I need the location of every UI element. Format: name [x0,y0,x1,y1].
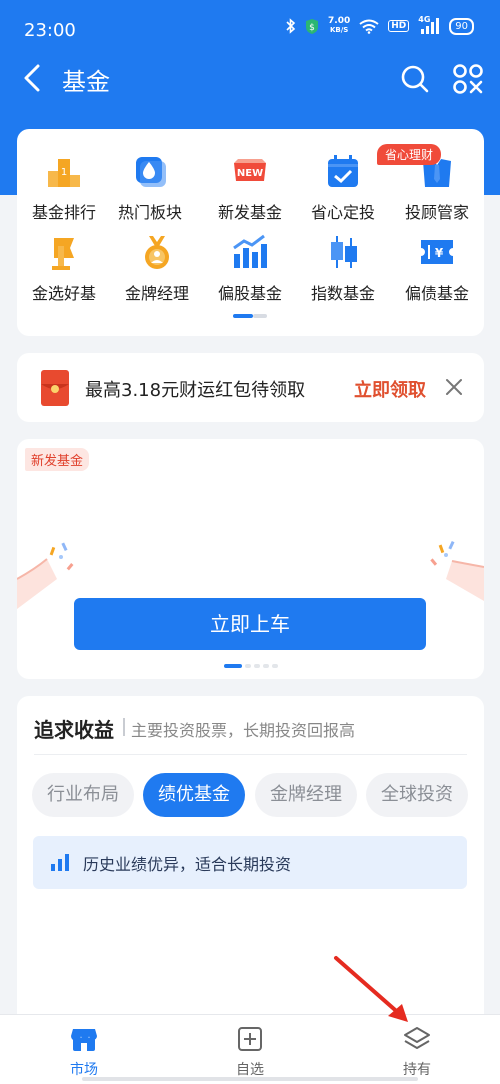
trophy-flag-icon [52,238,74,270]
quick-entry-card: 1 基金排行 热门板块 NEW 新发基金 省心定投 投顾管家 金选好基 金牌经理 [17,129,484,336]
grid-item-gold-manager[interactable]: 金牌经理 [110,232,204,304]
category-chips: 行业布局 绩优基金 金牌经理 全球投资 [32,773,484,817]
claim-now-button[interactable]: 立即领取 [354,376,426,402]
battery-icon: 90 [449,17,474,35]
ranking-podium-icon: 1 [48,159,80,187]
grid-page-indicator [233,314,267,318]
red-envelope-icon [41,370,69,406]
grid-promo-badge: 省心理财 [377,144,442,165]
tab-label: 自选 [236,1062,264,1078]
svg-text:$: $ [309,23,315,33]
grid-item-index-funds[interactable]: 指数基金 [296,232,390,304]
performance-tip: 历史业绩优异，适合长期投资 [33,836,467,889]
close-icon[interactable] [445,378,463,396]
svg-text:1: 1 [61,167,67,178]
chip-industry-layout[interactable]: 行业布局 [32,773,134,817]
grid-item-label: 偏股基金 [217,284,282,303]
scan-icon[interactable] [452,63,484,95]
red-packet-promo[interactable]: 最高3.18元财运红包待领取 立即领取 [17,353,484,422]
wifi-icon [359,19,379,34]
section-title: 追求收益 [34,718,114,742]
grid-item-label: 热门板块 [117,203,182,222]
net-speed-value: 7.00 [328,16,351,26]
grid-item-label: 基金排行 [31,203,96,222]
party-popper-right-icon [430,540,484,601]
hot-drop-icon [136,157,166,187]
grid-item-label: 金牌经理 [124,284,189,303]
net-speed-unit: KB/S [329,26,349,34]
grid-item-selected-funds[interactable]: 金选好基 [17,232,111,304]
page-title: 基金 [62,68,110,96]
grid-item-hot-sectors[interactable]: 热门板块 [103,151,197,223]
bar-chart-icon [51,854,69,871]
grid-item-auto-invest[interactable]: 省心定投 [296,151,390,223]
grid-item-bond-funds[interactable]: ¥ 偏债基金 [390,232,484,304]
banner-page-indicator [224,664,281,679]
section-subtitle: 主要投资股票，长期投资回报高 [131,721,356,740]
chip-gold-manager[interactable]: 金牌经理 [255,773,357,817]
chip-global-invest[interactable]: 全球投资 [366,773,468,817]
section-divider [34,754,467,755]
candlestick-icon [331,236,357,268]
title-divider [123,718,125,736]
back-arrow-icon[interactable] [18,60,48,96]
new-badge-icon: NEW [234,159,266,181]
hd-badge: HD [388,20,410,32]
tab-watchlist[interactable]: 自选 [210,1025,290,1079]
holdings-layers-icon [404,1027,430,1049]
home-indicator [82,1077,418,1081]
status-bar: 23:00 $ 7.00 KB/S HD 4G 90 [0,0,500,58]
bluetooth-icon [286,18,296,34]
grid-item-label: 指数基金 [310,284,375,303]
new-fund-banner: 新发基金 立即上车 [17,439,484,679]
tab-label: 持有 [403,1062,431,1078]
tab-label: 市场 [70,1062,98,1078]
grid-item-fund-ranking[interactable]: 1 基金排行 [17,151,111,223]
medal-icon [145,236,169,269]
status-time: 23:00 [24,20,76,41]
svg-text:¥: ¥ [435,246,444,260]
header-nav: 基金 [0,58,500,100]
grid-item-new-funds[interactable]: NEW 新发基金 [203,151,297,223]
tab-market[interactable]: 市场 [44,1025,124,1079]
tab-holdings[interactable]: 持有 [377,1025,457,1079]
promo-text: 最高3.18元财运红包待领取 [85,380,306,401]
grid-item-label: 偏债基金 [404,284,469,303]
market-store-icon [71,1029,97,1051]
grid-item-label: 新发基金 [217,203,282,222]
board-now-button[interactable]: 立即上车 [74,598,426,650]
grid-item-equity-funds[interactable]: 偏股基金 [203,232,297,304]
svg-text:NEW: NEW [237,168,263,179]
bond-ticket-icon: ¥ [421,240,453,264]
bottom-tab-bar: 市场 自选 持有 [0,1014,500,1084]
search-icon[interactable] [400,64,430,94]
chip-top-performers[interactable]: 绩优基金 [143,773,245,817]
vpn-shield-icon: $ [306,18,319,34]
grid-item-label: 投顾管家 [404,203,469,222]
bar-chart-icon [233,234,267,268]
signal-icon: 4G [418,15,440,35]
add-favorite-icon [238,1027,262,1051]
calendar-check-icon [328,155,358,187]
status-icons: $ 7.00 KB/S HD 4G 90 [286,15,474,35]
grid-item-label: 金选好基 [31,284,96,303]
new-fund-tag: 新发基金 [25,448,90,471]
grid-item-label: 省心定投 [310,203,375,222]
tip-text: 历史业绩优异，适合长期投资 [83,855,292,874]
net-speed: 7.00 KB/S [328,17,350,35]
